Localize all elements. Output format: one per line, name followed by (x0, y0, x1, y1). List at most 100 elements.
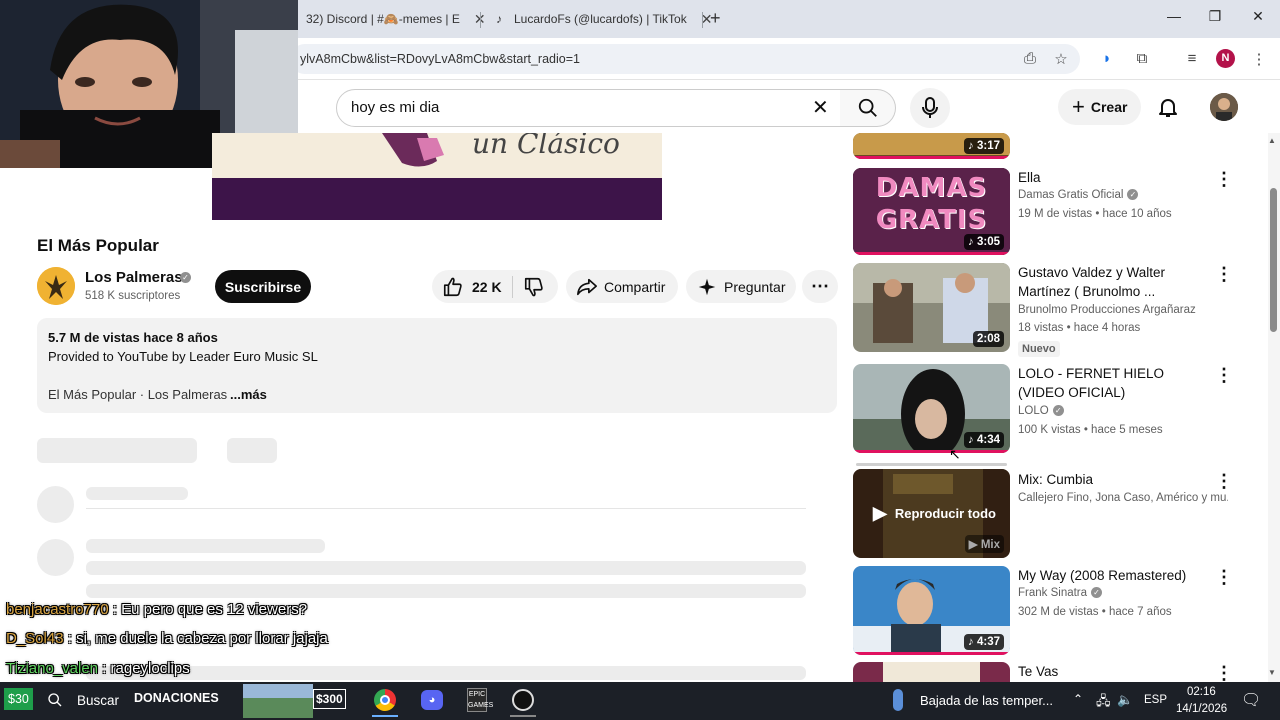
recommendation-channel[interactable]: Brunolmo Producciones Argañaraz (1018, 304, 1196, 316)
bookmark-star-icon[interactable]: ☆ (1052, 50, 1070, 68)
mix-thumbnail[interactable]: ▶ Reproducir todo ▶ Mix (853, 469, 1010, 558)
recommendation-thumbnail[interactable]: ♪ 4:37 (853, 566, 1010, 655)
scroll-up-icon[interactable]: ▲ (1268, 136, 1276, 145)
video-title: El Más Popular (37, 236, 159, 255)
chat-separator: : (63, 630, 77, 647)
more-actions-button[interactable]: ⋯ (802, 270, 838, 303)
taskbar-search[interactable]: Buscar (47, 686, 129, 714)
notification-center-icon[interactable]: 🗨 (1241, 690, 1261, 710)
create-button[interactable]: + Crear (1058, 89, 1142, 125)
new-tab-icon[interactable]: + (710, 8, 721, 29)
like-count: 22 K (472, 278, 502, 295)
language-indicator[interactable]: ESP (1144, 694, 1167, 706)
minimize-icon[interactable]: — (1154, 8, 1194, 24)
clock-date[interactable]: 14/1/2026 (1176, 703, 1227, 715)
chat-username: benjacastro770 (6, 601, 109, 618)
donations-image (243, 684, 313, 718)
divider (511, 275, 513, 298)
recommendation-thumbnail[interactable]: ♪ 4:34 (853, 364, 1010, 453)
duration-badge: ♪ 4:37 (964, 634, 1004, 650)
chat-separator: : (108, 601, 122, 618)
weather-text[interactable]: Bajada de las temper... (920, 693, 1053, 708)
restore-icon[interactable]: ❐ (1195, 8, 1235, 25)
clear-search-icon[interactable]: ✕ (812, 95, 829, 120)
tab-discord[interactable]: 32) Discord | #🙈-memes | E ✕ (298, 4, 494, 34)
sparkle-icon (698, 278, 716, 295)
recommendation-title[interactable]: Te Vas (1018, 662, 1208, 681)
subscriber-count: 518 K suscriptores (85, 290, 181, 302)
extensions-icon[interactable]: ⧉ (1133, 50, 1151, 67)
recommendation-title[interactable]: Mix: Cumbia (1018, 470, 1208, 489)
media-controls-icon[interactable]: ≡ (1183, 50, 1201, 67)
more-vert-icon[interactable]: ⋮ (1215, 568, 1233, 586)
recommendation-channel[interactable]: Frank Sinatra ✓ (1018, 587, 1103, 599)
channel-avatar[interactable] (37, 267, 75, 305)
voice-search-button[interactable] (910, 88, 950, 128)
watched-progress (853, 652, 1010, 655)
scrollbar-thumb[interactable] (1270, 188, 1277, 332)
read-aloud-icon[interactable]: ◗ (1098, 50, 1116, 67)
video-player-thumbnail[interactable]: un Clásico (212, 133, 662, 178)
more-vert-icon[interactable]: ⋮ (1215, 170, 1233, 188)
recommendation-channel[interactable]: Damas Gratis Oficial ✓ (1018, 189, 1139, 201)
subscribe-button[interactable]: Suscribirse (215, 270, 311, 303)
clock-time[interactable]: 02:16 (1187, 686, 1216, 698)
mix-badge: ▶ Mix (964, 535, 1004, 553)
new-badge: Nuevo (1018, 341, 1060, 357)
mouse-cursor: ↖ (949, 446, 961, 462)
share-label: Compartir (604, 278, 666, 295)
more-vert-icon[interactable]: ⋮ (1215, 472, 1233, 490)
more-vert-icon[interactable]: ⋮ (1215, 265, 1233, 283)
discord-icon[interactable]: ◕ (421, 690, 443, 710)
play-all-button[interactable]: ▶ Reproducir todo (873, 503, 996, 524)
like-dislike-group: 22 K (432, 270, 558, 303)
search-query[interactable]: hoy es mi dia (351, 99, 439, 116)
taskbar-search-label: Buscar (77, 692, 120, 708)
watched-progress (853, 450, 1010, 453)
notifications-button[interactable] (1156, 95, 1180, 124)
channel-name[interactable]: Los Palmeras (85, 269, 183, 286)
more-vert-icon[interactable]: ⋮ (1215, 664, 1233, 682)
recommendation-thumbnail[interactable]: ♪ 3:17 (853, 133, 1010, 159)
description-line: El Más Popular · Los Palmeras (48, 387, 228, 402)
loading-skeleton (86, 666, 806, 680)
recommendation-title[interactable]: LOLO - FERNET HIELO (VIDEO OFICIAL) (1018, 364, 1208, 402)
tiktok-icon: ♪ (496, 12, 502, 26)
mix-stack-edge (856, 463, 1007, 466)
install-app-icon[interactable]: ⎙ (1021, 50, 1039, 67)
recommendation-title[interactable]: My Way (2008 Remastered) (1018, 566, 1208, 585)
recommendation-channel[interactable]: LOLO ✓ (1018, 405, 1064, 417)
taskbar-badge: $30 (4, 688, 33, 710)
epic-games-icon[interactable]: EPIC GAMES (467, 688, 493, 712)
like-button[interactable]: 22 K (432, 276, 502, 298)
account-avatar[interactable] (1210, 93, 1238, 121)
watched-progress (853, 252, 1010, 255)
taskbar-badge: $300 (313, 689, 346, 709)
chevron-up-icon[interactable]: ⌃ (1073, 692, 1083, 706)
recommendation-thumbnail[interactable] (853, 662, 1010, 682)
recommendation-thumbnail[interactable]: 2:08 (853, 263, 1010, 352)
tab-tiktok[interactable]: ♪ LucardoFs (@lucardofs) | TikTok ✕ (484, 4, 720, 34)
volume-icon[interactable]: 🔈 (1117, 692, 1133, 708)
network-icon[interactable]: 🖧 (1096, 692, 1111, 714)
scroll-down-icon[interactable]: ▼ (1268, 668, 1276, 677)
recommendation-meta: 302 M de vistas • hace 7 años (1018, 606, 1172, 618)
profile-avatar[interactable]: N (1216, 49, 1235, 68)
share-button[interactable]: Compartir (566, 270, 678, 303)
chrome-icon[interactable] (374, 689, 396, 711)
recommendation-title[interactable]: Gustavo Valdez y Walter Martínez ( Bruno… (1018, 263, 1208, 301)
search-button[interactable] (840, 89, 896, 127)
recommendation-channel[interactable]: Callejero Fino, Jona Caso, Américo y mu.… (1018, 492, 1228, 504)
menu-kebab-icon[interactable]: ⋮ (1250, 50, 1268, 68)
chat-message: D_Sol43 : si, me duele la cabeza por llo… (6, 630, 328, 647)
dislike-button[interactable] (523, 276, 545, 298)
more-vert-icon[interactable]: ⋮ (1215, 366, 1233, 384)
recommendation-title[interactable]: Ella (1018, 168, 1208, 187)
verified-icon: ✓ (1127, 189, 1139, 201)
show-more-link[interactable]: ...más (230, 387, 267, 402)
recommendation-thumbnail[interactable]: DAMAS GRATIS ♪ 3:05 (853, 168, 1010, 255)
obs-icon[interactable] (512, 689, 534, 711)
close-window-icon[interactable]: ✕ (1238, 8, 1278, 25)
url-text[interactable]: ylvA8mCbw&list=RDovyLvA8mCbw&start_radio… (300, 52, 580, 66)
ask-button[interactable]: Preguntar (686, 270, 796, 303)
